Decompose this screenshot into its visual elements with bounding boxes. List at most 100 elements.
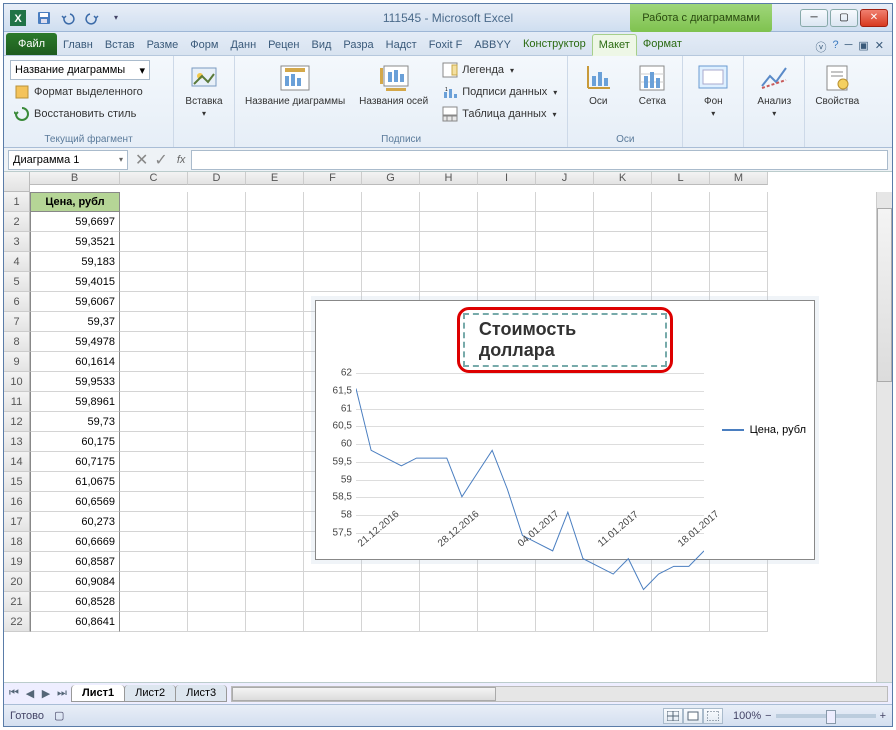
view-page-layout-icon[interactable] <box>683 708 703 724</box>
cell[interactable] <box>246 312 304 332</box>
cell[interactable] <box>652 192 710 212</box>
cell-data[interactable]: 59,6697 <box>30 212 120 232</box>
cell[interactable] <box>594 252 652 272</box>
cell[interactable] <box>304 252 362 272</box>
cell[interactable] <box>362 272 420 292</box>
qat-dropdown-icon[interactable]: ▾ <box>106 8 126 28</box>
cell[interactable] <box>120 452 188 472</box>
cell-data[interactable]: 59,4015 <box>30 272 120 292</box>
chart-title-button[interactable]: Название диаграммы <box>241 60 349 109</box>
chart-legend[interactable]: Цена, рубл <box>722 424 806 436</box>
mdi-close-icon[interactable]: ✕ <box>875 39 884 55</box>
row-header[interactable]: 7 <box>4 312 30 332</box>
row-header[interactable]: 6 <box>4 292 30 312</box>
cell[interactable] <box>246 452 304 472</box>
cell-data[interactable]: 60,273 <box>30 512 120 532</box>
cell[interactable] <box>120 532 188 552</box>
cell-data[interactable]: 61,0675 <box>30 472 120 492</box>
cell[interactable] <box>362 232 420 252</box>
worksheet-grid[interactable]: BCDEFGHIJKLM 123456789101112131415161718… <box>4 172 892 682</box>
zoom-slider[interactable] <box>776 714 876 718</box>
sheet-nav-prev[interactable]: ◀ <box>22 686 38 702</box>
close-button[interactable]: ✕ <box>860 9 888 27</box>
column-header[interactable]: G <box>362 172 420 185</box>
chart-title-editor[interactable]: Стоимость доллара <box>463 313 667 367</box>
gridlines-button[interactable]: Сетка <box>628 60 676 109</box>
minimize-button[interactable]: ─ <box>800 9 828 27</box>
cell[interactable] <box>188 332 246 352</box>
cell[interactable] <box>246 352 304 372</box>
row-header[interactable]: 9 <box>4 352 30 372</box>
sheet-tab[interactable]: Лист1 <box>71 685 125 702</box>
cell[interactable] <box>188 212 246 232</box>
view-normal-icon[interactable] <box>663 708 683 724</box>
cell-data[interactable]: 60,8528 <box>30 592 120 612</box>
column-header[interactable]: B <box>30 172 120 185</box>
cell[interactable] <box>188 572 246 592</box>
cell[interactable] <box>710 192 768 212</box>
cell[interactable] <box>594 192 652 212</box>
vertical-scrollbar[interactable] <box>876 192 892 682</box>
cell[interactable] <box>420 232 478 252</box>
axis-titles-button[interactable]: Названия осей <box>355 60 432 109</box>
cell[interactable] <box>710 612 768 632</box>
cell-data[interactable]: 59,37 <box>30 312 120 332</box>
ribbon-context-tab[interactable]: Конструктор <box>517 34 592 55</box>
cell[interactable] <box>188 492 246 512</box>
row-header[interactable]: 20 <box>4 572 30 592</box>
cell[interactable] <box>478 232 536 252</box>
cell[interactable] <box>246 232 304 252</box>
row-header[interactable]: 10 <box>4 372 30 392</box>
cell[interactable] <box>246 392 304 412</box>
select-all-corner[interactable] <box>4 172 30 192</box>
ribbon-tab[interactable]: Foxit F <box>423 35 469 55</box>
cell[interactable] <box>120 552 188 572</box>
column-header[interactable]: J <box>536 172 594 185</box>
cell[interactable] <box>304 592 362 612</box>
cell[interactable] <box>710 592 768 612</box>
cell[interactable] <box>246 612 304 632</box>
cell-data[interactable]: 59,4978 <box>30 332 120 352</box>
cell[interactable] <box>536 232 594 252</box>
cell[interactable] <box>246 372 304 392</box>
cell-data[interactable]: 59,6067 <box>30 292 120 312</box>
cell[interactable] <box>120 372 188 392</box>
sheet-nav-first[interactable]: ⏮ <box>6 686 22 702</box>
cell[interactable] <box>188 612 246 632</box>
cell[interactable] <box>478 192 536 212</box>
cell-header[interactable]: Цена, рубл <box>30 192 120 212</box>
cell[interactable] <box>246 512 304 532</box>
row-header[interactable]: 8 <box>4 332 30 352</box>
row-header[interactable]: 18 <box>4 532 30 552</box>
cell-data[interactable]: 60,1614 <box>30 352 120 372</box>
cell[interactable] <box>120 572 188 592</box>
cell[interactable] <box>536 192 594 212</box>
chart-element-selector[interactable]: Название диаграммы▾ <box>10 60 150 80</box>
file-tab[interactable]: Файл <box>6 33 57 55</box>
row-header[interactable]: 11 <box>4 392 30 412</box>
cell[interactable] <box>536 212 594 232</box>
ribbon-tab[interactable]: Рецен <box>262 35 305 55</box>
cell[interactable] <box>188 432 246 452</box>
cell[interactable] <box>188 232 246 252</box>
ribbon-tab[interactable]: Вид <box>306 35 338 55</box>
data-labels-button[interactable]: 1Подписи данных▾ <box>438 82 561 102</box>
ribbon-context-tab[interactable]: Макет <box>592 34 637 56</box>
cell-data[interactable]: 60,6569 <box>30 492 120 512</box>
help-icon[interactable]: ? <box>832 39 838 55</box>
row-header[interactable]: 1 <box>4 192 30 212</box>
mdi-min-icon[interactable]: ─ <box>845 39 853 55</box>
cell-data[interactable]: 60,9084 <box>30 572 120 592</box>
column-header[interactable]: L <box>652 172 710 185</box>
embedded-chart[interactable]: Стоимость доллара 57,55858,55959,56060,5… <box>315 300 815 560</box>
sheet-nav-last[interactable]: ⏭ <box>54 686 70 702</box>
cell[interactable] <box>536 272 594 292</box>
row-header[interactable]: 13 <box>4 432 30 452</box>
cell[interactable] <box>188 412 246 432</box>
cell[interactable] <box>246 292 304 312</box>
enter-icon[interactable]: ✓ <box>154 150 167 170</box>
axes-button[interactable]: Оси <box>574 60 622 109</box>
column-header[interactable]: I <box>478 172 536 185</box>
reset-style-button[interactable]: Восстановить стиль <box>10 104 167 124</box>
cell[interactable] <box>120 412 188 432</box>
